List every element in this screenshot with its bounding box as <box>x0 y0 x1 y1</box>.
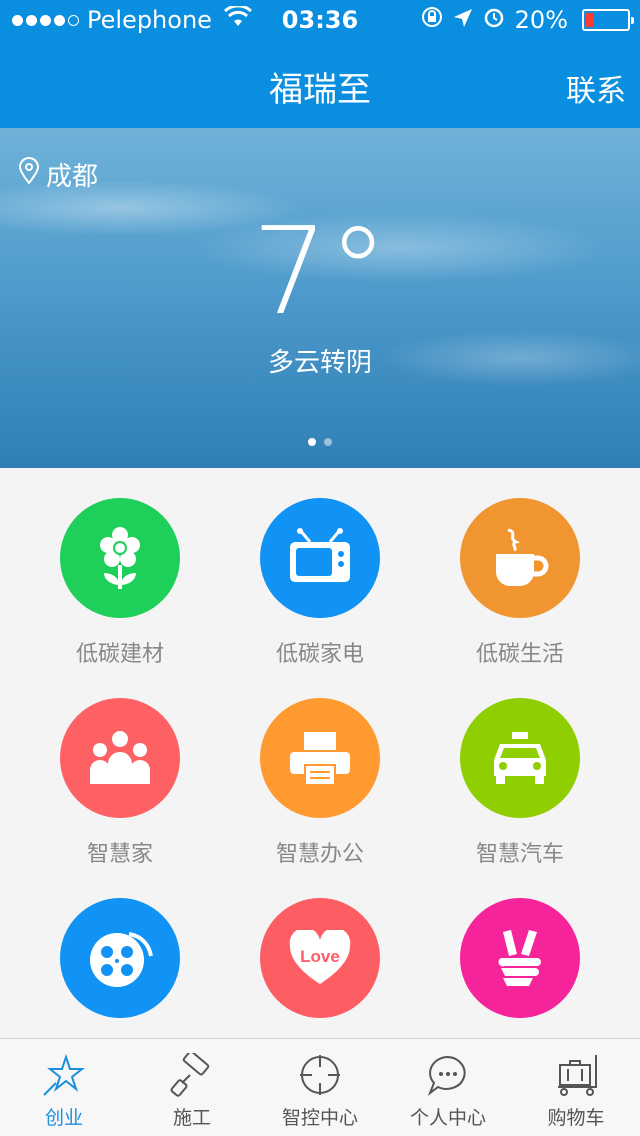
tile-label: 低碳家电 <box>275 642 364 667</box>
bottom-tab-bar: 创业 施工 智控中心 个人中心 购物车 <box>0 1038 640 1136</box>
tile-low-carbon-living[interactable]: 低碳生活 <box>420 498 620 698</box>
status-bar: Pelephone 03:36 20% <box>0 0 640 40</box>
tab-label: 个人中心 <box>409 1107 486 1129</box>
tile-label: 智慧家 <box>86 842 153 867</box>
tab-label: 施工 <box>172 1107 211 1129</box>
tab-label: 智控中心 <box>281 1107 358 1129</box>
page-indicator[interactable] <box>0 438 640 446</box>
battery-percent: 20% <box>514 6 568 34</box>
alarm-icon <box>483 6 505 34</box>
love-badge-text: Love <box>300 947 340 966</box>
taxi-icon <box>494 732 546 784</box>
tile-circle <box>260 698 380 818</box>
tile-label: 智慧汽车 <box>475 842 564 867</box>
tile-low-carbon-appliances[interactable]: 低碳家电 <box>220 498 420 698</box>
film-reel-icon <box>90 932 153 987</box>
paint-roller-icon <box>170 1050 210 1097</box>
tile-label: 低碳建材 <box>75 642 164 667</box>
location-arrow-icon <box>453 6 473 34</box>
weather-description: 多云转阴 <box>267 348 372 378</box>
tile-circle <box>460 898 580 1018</box>
coffee-icon <box>496 528 549 586</box>
tile-circle <box>460 498 580 618</box>
peace-hand-icon <box>498 930 541 986</box>
contact-button[interactable]: 联系 <box>566 66 626 110</box>
crosshair-icon <box>300 1055 340 1095</box>
city-name: 成都 <box>46 162 99 192</box>
tile-label: 低碳生活 <box>475 642 564 667</box>
luggage-cart-icon <box>558 1055 597 1096</box>
tab-control-center[interactable]: 智控中心 <box>256 1039 384 1136</box>
feature-grid: 低碳建材 低碳家电 低碳生活 智慧家 智慧办公 智慧汽车 Love <box>0 468 640 1038</box>
tile-circle <box>460 698 580 818</box>
tab-construction[interactable]: 施工 <box>128 1039 256 1136</box>
tab-label: 创业 <box>44 1107 83 1129</box>
tile-low-carbon-materials[interactable]: 低碳建材 <box>20 498 220 698</box>
battery-fill <box>586 13 594 27</box>
chat-bubble-icon <box>427 1055 466 1096</box>
tile-smart-home[interactable]: 智慧家 <box>20 698 220 898</box>
page-dot <box>324 438 332 446</box>
flower-icon <box>100 527 140 589</box>
tile-circle <box>60 898 180 1018</box>
tile-circle <box>260 498 380 618</box>
tile-circle: Love <box>260 898 380 1018</box>
tile-smart-car[interactable]: 智慧汽车 <box>420 698 620 898</box>
battery-icon <box>582 9 634 31</box>
tile-circle <box>60 698 180 818</box>
page-title: 福瑞至 <box>269 70 371 110</box>
tile-circle <box>60 498 180 618</box>
family-icon <box>90 731 150 784</box>
rotation-lock-icon <box>421 6 443 34</box>
tile-label: 智慧办公 <box>275 842 364 867</box>
tv-icon <box>290 528 350 582</box>
location-label[interactable]: 成都 <box>18 156 98 193</box>
printer-icon <box>290 732 350 784</box>
page-dot <box>308 438 316 446</box>
temperature: 7° <box>251 203 389 342</box>
tab-profile[interactable]: 个人中心 <box>384 1039 512 1136</box>
app-header: Pelephone 03:36 20% 福瑞至 联系 <box>0 0 640 128</box>
love-heart-icon: Love <box>289 930 351 984</box>
tab-label: 购物车 <box>547 1107 605 1129</box>
star-wand-icon <box>43 1053 85 1096</box>
tab-startup[interactable]: 创业 <box>0 1039 128 1136</box>
tile-smart-office[interactable]: 智慧办公 <box>220 698 420 898</box>
tab-cart[interactable]: 购物车 <box>512 1039 640 1136</box>
location-pin-icon <box>18 157 40 192</box>
weather-banner[interactable]: 成都 7° 多云转阴 <box>0 128 640 468</box>
